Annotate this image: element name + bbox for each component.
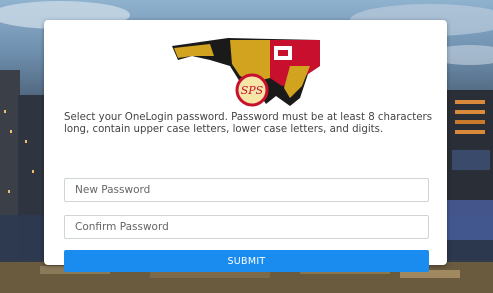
new-password-input[interactable]: [64, 178, 429, 202]
maryland-sps-logo: SPS: [172, 38, 320, 107]
password-card: SPS Select your OneLogin password. Passw…: [44, 20, 447, 272]
sps-seal-text: SPS: [241, 84, 264, 97]
submit-button[interactable]: SUBMIT: [64, 250, 429, 272]
confirm-password-input[interactable]: [64, 215, 429, 239]
password-instructions: Select your OneLogin password. Password …: [64, 112, 433, 135]
